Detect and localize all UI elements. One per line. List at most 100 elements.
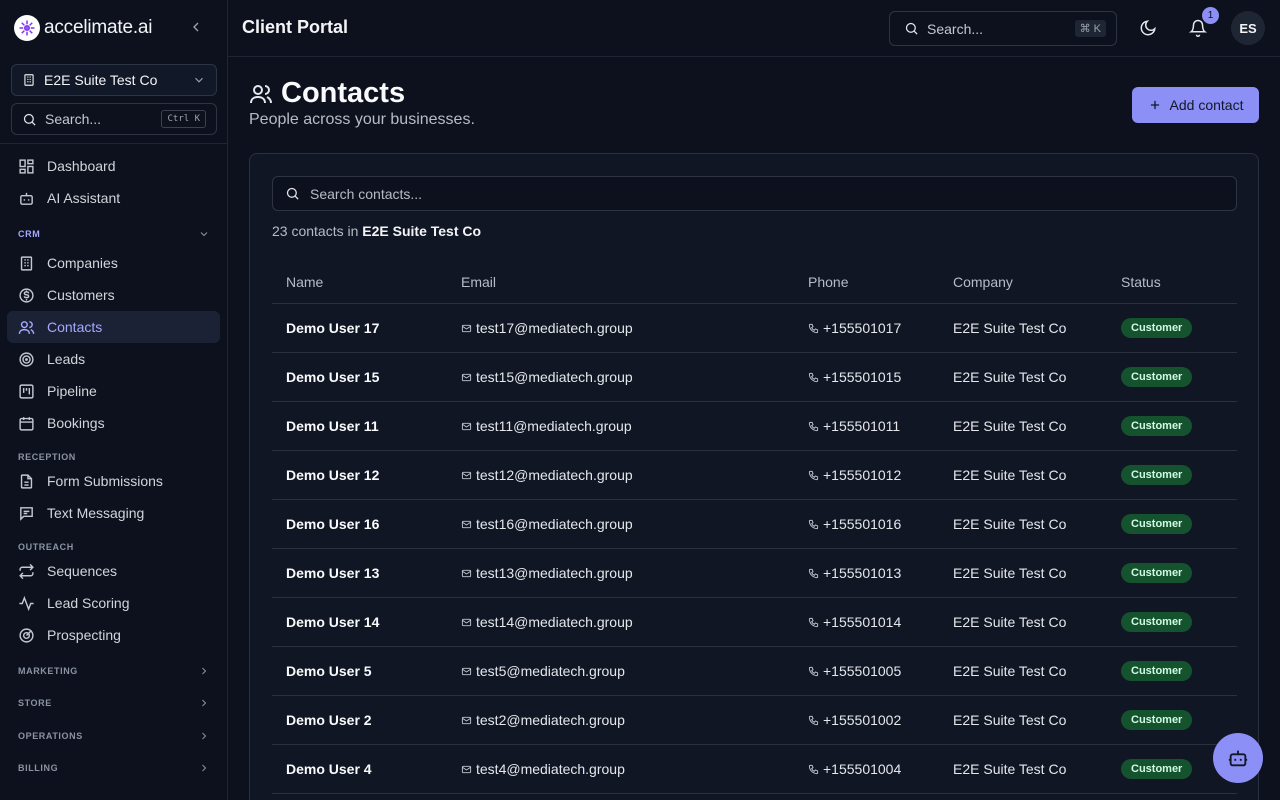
section-store[interactable]: STORE [18,698,52,708]
contact-email[interactable]: test14@mediatech.group [461,614,633,630]
contact-phone[interactable]: +155501014 [808,614,901,630]
contact-company: E2E Suite Test Co [953,320,1067,336]
contacts-count-company: E2E Suite Test Co [362,223,482,239]
contact-name[interactable]: Demo User 15 [286,369,379,385]
chevron-right-icon[interactable] [198,762,210,774]
contact-email[interactable]: test12@mediatech.group [461,467,633,483]
contact-phone[interactable]: +155501016 [808,516,901,532]
contact-phone[interactable]: +155501004 [808,761,901,777]
column-header-name[interactable]: Name [286,274,323,290]
sidebar-item-form-submissions[interactable]: Form Submissions [7,465,220,497]
contact-email-text: test14@mediatech.group [476,614,633,630]
contact-phone[interactable]: +155501017 [808,320,901,336]
table-row[interactable]: Demo User 2 test2@mediatech.group +1555010… [272,696,1237,745]
contact-phone[interactable]: +155501015 [808,369,901,385]
table-row[interactable]: Demo User 12 test12@mediatech.group +15550… [272,451,1237,500]
contact-phone[interactable]: +155501011 [808,418,900,434]
global-search[interactable]: Search... ⌘ K [889,11,1117,46]
column-header-status[interactable]: Status [1121,274,1161,290]
contact-name[interactable]: Demo User 5 [286,663,372,679]
contact-name[interactable]: Demo User 11 [286,418,379,434]
column-header-phone[interactable]: Phone [808,274,848,290]
contact-name[interactable]: Demo User 16 [286,516,379,532]
table-row[interactable]: Demo User 13 test13@mediatech.group +15550… [272,549,1237,598]
mail-icon [461,666,472,677]
contact-email[interactable]: test13@mediatech.group [461,565,633,581]
contact-email[interactable]: test5@mediatech.group [461,663,625,679]
table-row[interactable]: Demo User 14 test14@mediatech.group +15550… [272,598,1237,647]
contact-search-input[interactable]: Search contacts... [272,176,1237,211]
section-marketing[interactable]: MARKETING [18,666,78,676]
contact-email[interactable]: test4@mediatech.group [461,761,625,777]
table-row[interactable]: Demo User 15 test15@mediatech.group +15550… [272,353,1237,402]
collapse-sidebar-icon[interactable] [188,19,204,35]
contact-email-text: test13@mediatech.group [476,565,633,581]
contact-email[interactable]: test17@mediatech.group [461,320,633,336]
add-contact-button[interactable]: Add contact [1132,87,1259,123]
assistant-bot-button[interactable] [1213,733,1263,783]
contact-email[interactable]: test2@mediatech.group [461,712,625,728]
contact-email[interactable]: test16@mediatech.group [461,516,633,532]
contact-name[interactable]: Demo User 13 [286,565,379,581]
sidebar-item-prospecting[interactable]: Prospecting [7,619,220,651]
contact-phone[interactable]: +155501012 [808,467,901,483]
contact-name[interactable]: Demo User 4 [286,761,372,777]
add-contact-label: Add contact [1169,97,1244,113]
sidebar-item-companies[interactable]: Companies [7,247,220,279]
sidebar-item-text-messaging[interactable]: Text Messaging [7,497,220,529]
chevron-right-icon[interactable] [198,697,210,709]
column-header-company[interactable]: Company [953,274,1013,290]
sidebar-item-lead-scoring[interactable]: Lead Scoring [7,587,220,619]
sidebar-item-dashboard[interactable]: Dashboard [7,150,220,182]
contacts-card: Search contacts... 23 contacts in E2E Su… [249,153,1259,800]
brand[interactable]: accelimate.ai [14,14,152,42]
contact-phone[interactable]: +155501005 [808,663,901,679]
sidebar-search[interactable]: Search... Ctrl K [11,103,217,135]
mail-icon [461,568,472,579]
section-crm[interactable]: CRM [18,229,40,239]
table-row[interactable]: Demo User 5 test5@mediatech.group +1555010… [272,647,1237,696]
column-header-email[interactable]: Email [461,274,496,290]
contact-email[interactable]: test15@mediatech.group [461,369,633,385]
sidebar-item-label: AI Assistant [47,190,121,206]
mail-icon [461,421,472,432]
search-icon [285,186,300,201]
sidebar-item-label: Contacts [47,319,103,335]
table-row[interactable]: Demo User 16 test16@mediatech.group +15550… [272,500,1237,549]
contact-name[interactable]: Demo User 12 [286,467,379,483]
section-operations[interactable]: OPERATIONS [18,731,83,741]
chevron-down-icon[interactable] [198,228,210,240]
contact-name[interactable]: Demo User 17 [286,320,379,336]
sidebar-item-label: Bookings [47,415,105,431]
contact-phone[interactable]: +155501013 [808,565,901,581]
contact-phone[interactable]: +155501002 [808,712,901,728]
sidebar-item-ai-assistant[interactable]: AI Assistant [7,182,220,214]
moon-icon[interactable] [1139,19,1157,37]
sidebar-item-label: Leads [47,351,86,367]
contact-email-text: test2@mediatech.group [476,712,625,728]
section-billing[interactable]: BILLING [18,763,58,773]
brand-logo-icon [14,15,40,41]
sidebar-item-bookings[interactable]: Bookings [7,407,220,439]
table-body: Demo User 17 test17@mediatech.group +15550… [272,304,1237,794]
sidebar-item-leads[interactable]: Leads [7,343,220,375]
table-row[interactable]: Demo User 11 test11@mediatech.group +15550… [272,402,1237,451]
table-header: Name Email Phone Company Status [272,262,1237,304]
sidebar-item-sequences[interactable]: Sequences [7,555,220,587]
contact-name[interactable]: Demo User 14 [286,614,379,630]
table-row[interactable]: Demo User 17 test17@mediatech.group +15550… [272,304,1237,353]
contact-name[interactable]: Demo User 2 [286,712,372,728]
contact-email[interactable]: test11@mediatech.group [461,418,632,434]
chevron-right-icon[interactable] [198,730,210,742]
sidebar-item-pipeline[interactable]: Pipeline [7,375,220,407]
avatar[interactable]: ES [1231,11,1265,45]
global-search-shortcut: ⌘ K [1074,20,1106,37]
sidebar-item-label: Pipeline [47,383,97,399]
chevron-right-icon[interactable] [198,665,210,677]
contact-phone-text: +155501014 [823,614,902,630]
table-row[interactable]: Demo User 4 test4@mediatech.group +1555010… [272,745,1237,794]
sidebar-item-contacts[interactable]: Contacts [7,311,220,343]
page-subtitle: People across your businesses. [249,111,475,128]
company-selector[interactable]: E2E Suite Test Co [11,64,217,96]
sidebar-item-customers[interactable]: Customers [7,279,220,311]
